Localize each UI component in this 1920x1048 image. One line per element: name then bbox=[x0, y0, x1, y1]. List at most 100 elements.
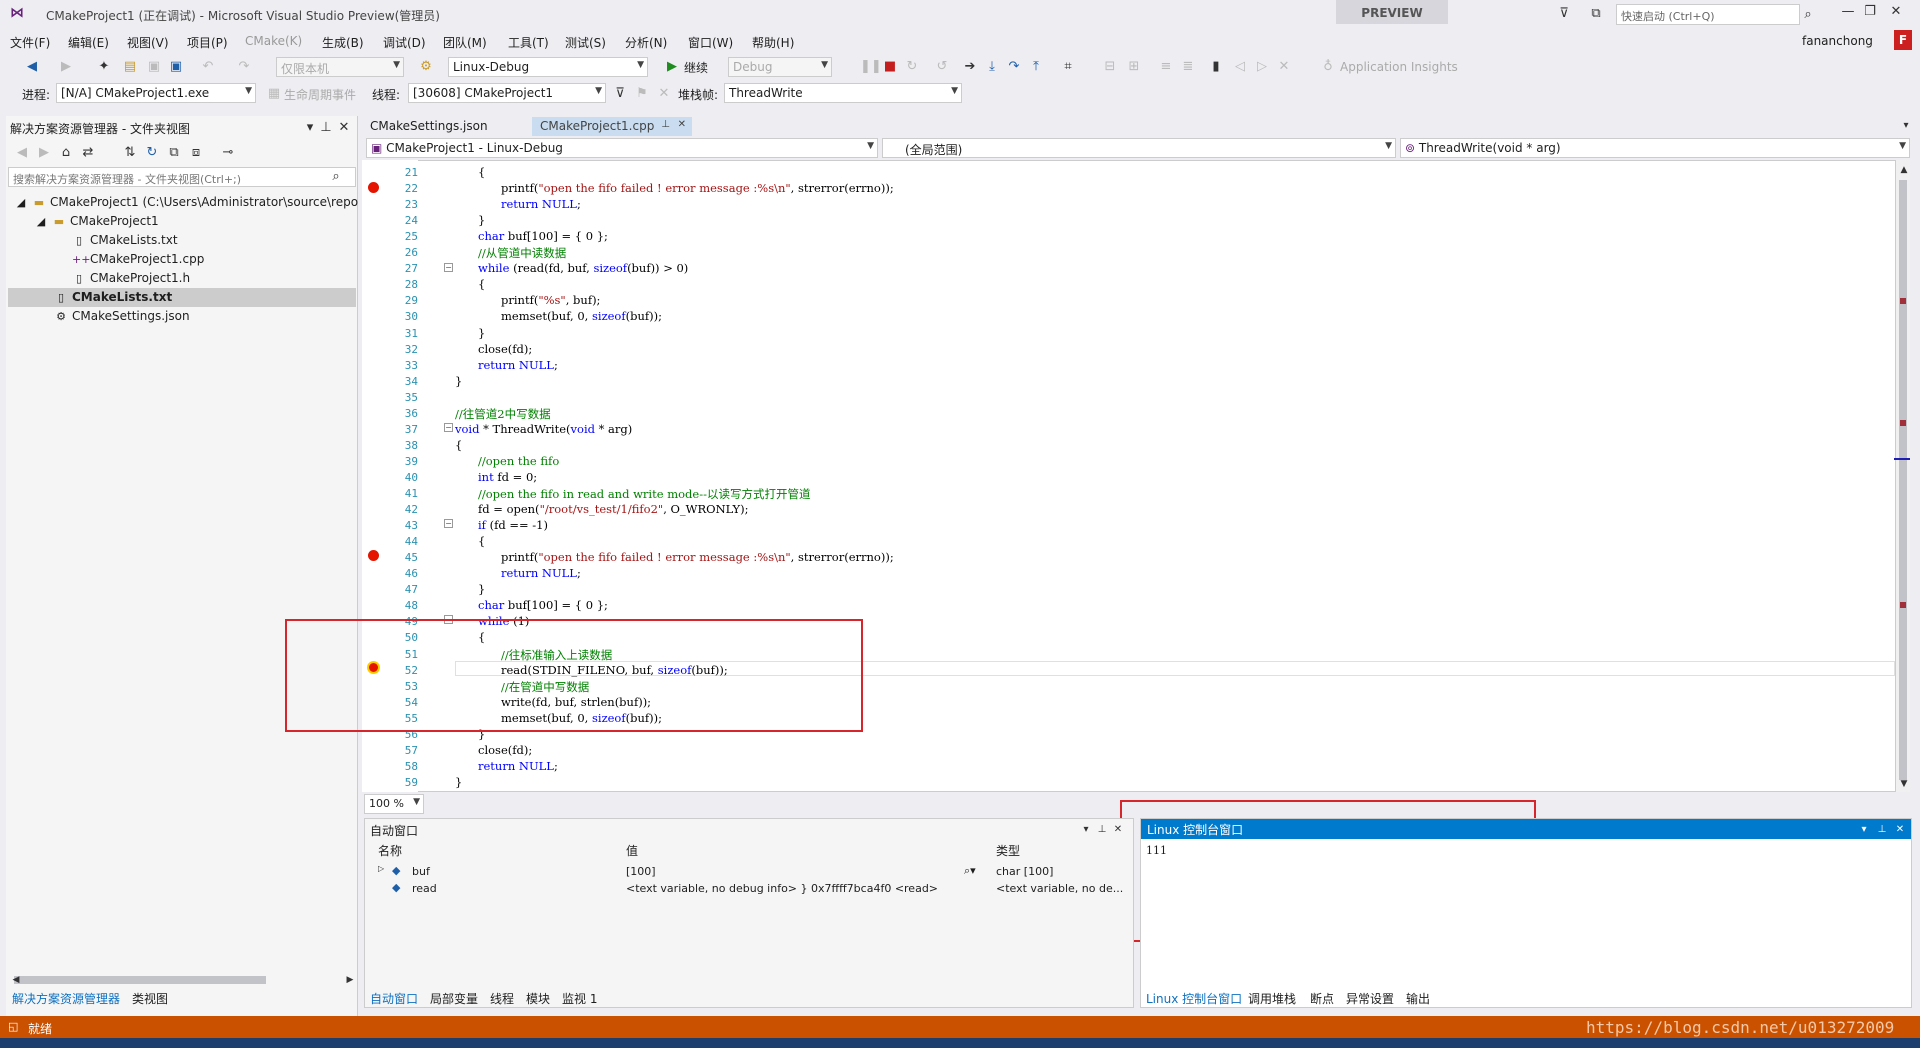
minimize-button[interactable]: — bbox=[1838, 4, 1858, 22]
step-over-icon[interactable]: ↷ bbox=[1006, 59, 1022, 75]
new-project-icon[interactable]: ✦ bbox=[96, 59, 112, 75]
tab-autos[interactable]: 自动窗口 bbox=[370, 990, 418, 1007]
close-panel-icon[interactable]: ✕ bbox=[1892, 822, 1908, 838]
code-line[interactable]: char buf[100] = { 0 }; bbox=[478, 598, 608, 612]
tree-item-cpp[interactable]: ++CMakeProject1.cpp bbox=[72, 252, 204, 266]
code-line[interactable]: } bbox=[478, 213, 485, 227]
code-line[interactable]: } bbox=[478, 326, 485, 340]
forward-icon[interactable]: ▶ bbox=[58, 59, 74, 75]
redo-icon[interactable]: ↷ bbox=[236, 59, 252, 75]
tree-item-cmakelists-inner[interactable]: ▯ CMakeLists.txt bbox=[72, 233, 178, 247]
tab-solution-explorer[interactable]: 解决方案资源管理器 bbox=[12, 990, 120, 1007]
tab-linux-console[interactable]: Linux 控制台窗口 bbox=[1146, 990, 1242, 1007]
unflag-icon[interactable]: ✕ bbox=[656, 86, 672, 102]
tab-breakpoints[interactable]: 断点 bbox=[1310, 990, 1334, 1007]
menu-project[interactable]: 项目(P) bbox=[187, 34, 228, 51]
tree-item-root[interactable]: ◢ ▬ CMakeProject1 (C:\Users\Administrator\… bbox=[14, 195, 358, 209]
search-icon[interactable]: ⌕ bbox=[328, 169, 344, 185]
outdent-icon[interactable]: ≣ bbox=[1180, 59, 1196, 75]
code-line[interactable]: //从管道中读数据 bbox=[478, 245, 566, 261]
uncomment-icon[interactable]: ⊞ bbox=[1126, 59, 1142, 75]
code-line[interactable]: void * ThreadWrite(void * arg) bbox=[455, 422, 632, 436]
column-header-type[interactable]: 类型 bbox=[996, 842, 1020, 859]
continue-button[interactable]: 继续 bbox=[684, 59, 708, 76]
sync-icon[interactable]: ⇅ bbox=[122, 145, 138, 161]
code-line[interactable]: //open the fifo in read and write mode--… bbox=[478, 486, 810, 502]
code-line[interactable]: fd = open("/root/vs_test/1/fifo2", O_WRO… bbox=[478, 502, 749, 516]
horizontal-scrollbar[interactable] bbox=[14, 976, 266, 984]
tab-exception-settings[interactable]: 异常设置 bbox=[1346, 990, 1394, 1007]
tab-watch-1[interactable]: 监视 1 bbox=[562, 990, 597, 1007]
code-line[interactable]: printf("open the fifo failed ! error mes… bbox=[501, 550, 894, 564]
application-insights-button[interactable]: Application Insights bbox=[1340, 60, 1458, 74]
clear-bookmarks-icon[interactable]: ✕ bbox=[1276, 59, 1292, 75]
tab-modules[interactable]: 模块 bbox=[526, 990, 550, 1007]
open-file-icon[interactable]: ▤ bbox=[122, 59, 138, 75]
menu-help[interactable]: 帮助(H) bbox=[752, 34, 794, 51]
tab-overflow-icon[interactable]: ▾ bbox=[1898, 118, 1914, 134]
code-line[interactable]: { bbox=[478, 277, 485, 291]
function-nav-combo[interactable]: ⊚ ThreadWrite(void * arg) ▼ bbox=[1400, 138, 1910, 158]
code-line[interactable]: { bbox=[478, 165, 485, 179]
undo-icon[interactable]: ↶ bbox=[200, 59, 216, 75]
code-line[interactable]: printf("%s", buf); bbox=[501, 293, 600, 307]
tab-cmakesettings[interactable]: CMakeSettings.json bbox=[362, 117, 496, 136]
back-icon[interactable]: ◀ bbox=[24, 59, 40, 75]
menu-analyze[interactable]: 分析(N) bbox=[625, 34, 667, 51]
menu-test[interactable]: 测试(S) bbox=[565, 34, 606, 51]
solution-search-input[interactable]: 搜索解决方案资源管理器 - 文件夹视图(Ctrl+;) bbox=[8, 167, 356, 187]
code-line[interactable]: return NULL; bbox=[501, 197, 581, 211]
thread-combo[interactable]: [30608] CMakeProject1 ▼ bbox=[408, 83, 606, 103]
process-combo[interactable]: [N/A] CMakeProject1.exe ▼ bbox=[56, 83, 256, 103]
quick-launch-input[interactable]: 快速启动 (Ctrl+Q) bbox=[1616, 4, 1800, 25]
pin-icon[interactable]: ⊥ bbox=[1874, 822, 1890, 838]
panel-menu-icon[interactable]: ▾ bbox=[1856, 822, 1872, 838]
pause-icon[interactable]: ❚❚ bbox=[860, 59, 882, 75]
panel-menu-icon[interactable]: ▾ bbox=[1078, 822, 1094, 838]
tab-locals[interactable]: 局部变量 bbox=[430, 990, 478, 1007]
menu-cmake[interactable]: CMake(K) bbox=[245, 34, 302, 48]
scroll-left-icon[interactable]: ◀ bbox=[8, 972, 24, 988]
project-nav-combo[interactable]: ▣ CMakeProject1 - Linux-Debug ▼ bbox=[366, 138, 878, 158]
close-panel-icon[interactable]: ✕ bbox=[1110, 822, 1126, 838]
autos-cell-value[interactable]: <text variable, no debug info> } 0x7ffff… bbox=[626, 882, 938, 895]
collapse-toggle-icon[interactable]: − bbox=[444, 263, 453, 272]
autos-cell-value[interactable]: [100] bbox=[626, 865, 656, 878]
save-all-icon[interactable]: ▣ bbox=[168, 59, 184, 75]
refresh-icon[interactable]: ↺ bbox=[934, 59, 950, 75]
save-icon[interactable]: ▣ bbox=[146, 59, 162, 75]
debug-combo[interactable]: Debug ▼ bbox=[728, 57, 832, 77]
code-line[interactable]: } bbox=[455, 374, 462, 388]
bookmark-icon[interactable]: ▮ bbox=[1208, 59, 1224, 75]
close-tab-icon[interactable]: ✕ bbox=[678, 119, 686, 130]
indent-icon[interactable]: ≡ bbox=[1158, 59, 1174, 75]
show-all-files-icon[interactable]: ⧈ bbox=[188, 145, 204, 161]
back-icon[interactable]: ◀ bbox=[14, 145, 30, 161]
target-combo[interactable]: 仅限本机 ▼ bbox=[276, 57, 404, 77]
filter-icon[interactable]: ⊽ bbox=[1556, 6, 1572, 22]
step-into-icon[interactable]: ⤓ bbox=[984, 59, 1000, 75]
zoom-combo[interactable]: 100 % ▼ bbox=[364, 794, 424, 814]
code-line[interactable]: //open the fifo bbox=[478, 454, 559, 468]
scope-nav-combo[interactable]: (全局范围) ▼ bbox=[882, 138, 1396, 158]
lifecycle-events-button[interactable]: 生命周期事件 bbox=[284, 86, 356, 103]
continue-icon[interactable]: ▶ bbox=[664, 59, 680, 75]
column-header-value[interactable]: 值 bbox=[626, 842, 638, 859]
breakpoint-icon[interactable] bbox=[368, 550, 379, 561]
tab-threads[interactable]: 线程 bbox=[490, 990, 514, 1007]
menu-edit[interactable]: 编辑(E) bbox=[68, 34, 109, 51]
attach-icon[interactable]: ⚙ bbox=[418, 59, 434, 75]
configuration-combo[interactable]: Linux-Debug ▼ bbox=[448, 57, 648, 77]
code-line[interactable]: if (fd == -1) bbox=[478, 518, 548, 532]
scroll-down-icon[interactable]: ▼ bbox=[1896, 776, 1912, 792]
linux-console-panel[interactable] bbox=[1140, 818, 1912, 1008]
close-panel-icon[interactable]: ✕ bbox=[336, 120, 352, 136]
code-line[interactable]: int fd = 0; bbox=[478, 470, 537, 484]
search-icon[interactable]: ⌕ bbox=[1800, 7, 1816, 23]
menu-team[interactable]: 团队(M) bbox=[443, 34, 487, 51]
feedback-icon[interactable]: ⧉ bbox=[1588, 6, 1604, 22]
flag-icon[interactable]: ⚑ bbox=[634, 86, 650, 102]
lightbulb-icon[interactable]: ♁ bbox=[1320, 59, 1336, 75]
code-line[interactable]: char buf[100] = { 0 }; bbox=[478, 229, 608, 243]
menu-build[interactable]: 生成(B) bbox=[322, 34, 364, 51]
